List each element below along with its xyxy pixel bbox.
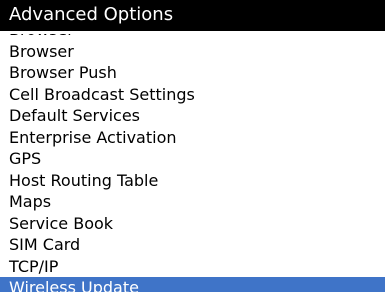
list-item-browser[interactable]: Browser	[0, 41, 385, 63]
list-item-label: Enterprise Activation	[9, 127, 177, 147]
advanced-options-list: Browser Browser Browser Push Cell Broadc…	[0, 19, 385, 292]
list-item-sim-card[interactable]: SIM Card	[0, 234, 385, 256]
title-bar: Advanced Options	[0, 0, 385, 31]
list-item-label: Browser Push	[9, 63, 117, 82]
list-item-tcp-ip[interactable]: TCP/IP	[0, 256, 385, 278]
list-item-label: SIM Card	[9, 235, 81, 254]
list-item-gps[interactable]: GPS	[0, 148, 385, 170]
page-title: Advanced Options	[9, 4, 174, 25]
list-item-default-services[interactable]: Default Services	[0, 105, 385, 127]
list-item-host-routing-table[interactable]: Host Routing Table	[0, 170, 385, 192]
list-item-enterprise-activation[interactable]: Enterprise Activation	[0, 127, 385, 149]
list-item-label: GPS	[9, 149, 42, 168]
list-item-label: Wireless Update	[9, 278, 139, 292]
blackberry-screen: Advanced Options Browser Browser Browser…	[0, 0, 385, 292]
list-item-label: Cell Broadcast Settings	[9, 84, 195, 104]
list-item-cell-broadcast-settings[interactable]: Cell Broadcast Settings	[0, 84, 385, 106]
list-item-label: Browser	[9, 41, 74, 61]
list-item-maps[interactable]: Maps	[0, 191, 385, 213]
list-item-label: TCP/IP	[9, 256, 59, 276]
list-item-wireless-update[interactable]: Wireless Update	[0, 277, 385, 292]
list-item-label: Host Routing Table	[9, 170, 159, 190]
list-item-service-book[interactable]: Service Book	[0, 213, 385, 235]
title-divider	[0, 31, 385, 34]
list-item-label: Service Book	[9, 213, 114, 233]
list-item-browser-push[interactable]: Browser Push	[0, 62, 385, 84]
list-item-label: Default Services	[9, 106, 141, 125]
list-item-label: Maps	[9, 192, 52, 211]
